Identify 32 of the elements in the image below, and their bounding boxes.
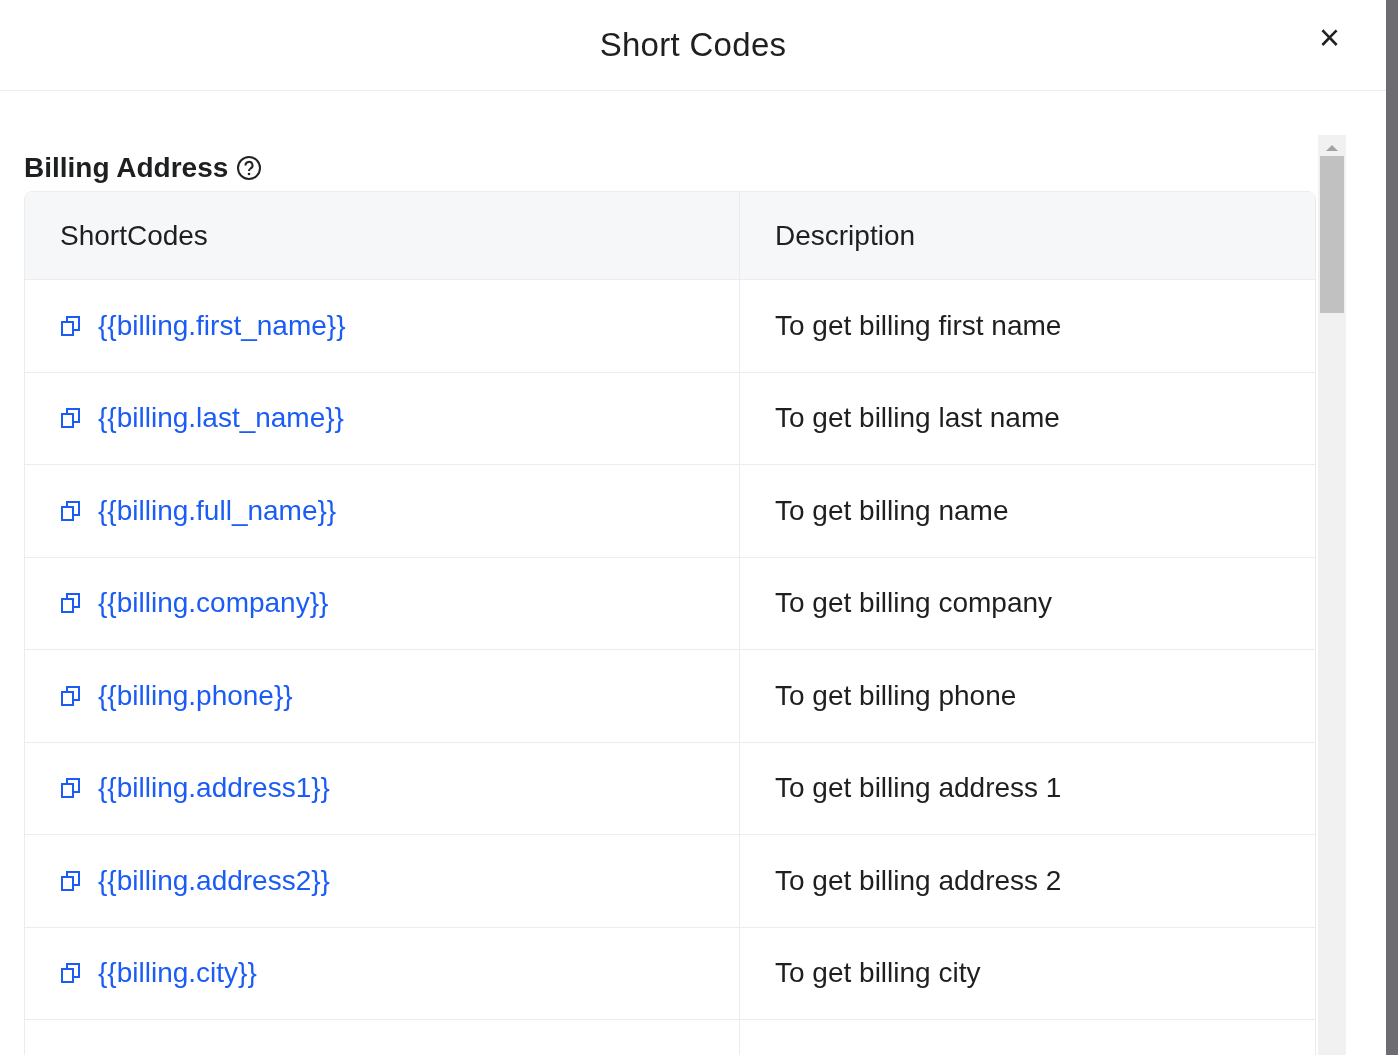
- description-text: To get billing company: [775, 586, 1053, 621]
- description-text: To get billing last name: [775, 401, 1060, 436]
- column-header: ShortCodes: [60, 218, 208, 253]
- help-icon[interactable]: [236, 155, 263, 181]
- description-text: To get billing name: [775, 493, 1009, 528]
- description-text: To get billing address 2: [775, 863, 1062, 898]
- copy-icon[interactable]: [60, 869, 82, 892]
- copy-icon[interactable]: [60, 407, 82, 430]
- section-title: Billing Address: [24, 151, 229, 185]
- shortcode-link[interactable]: {{billing.phone}}: [98, 674, 293, 717]
- copy-icon[interactable]: [60, 592, 82, 615]
- scrollbar-track[interactable]: [1318, 135, 1346, 1055]
- description-text: To get billing first name: [775, 308, 1062, 343]
- scrollbar-thumb[interactable]: [1320, 156, 1344, 313]
- copy-icon[interactable]: [60, 314, 82, 337]
- column-header: Description: [775, 218, 916, 253]
- description-text: To get billing phone: [775, 678, 1017, 713]
- shortcode-link[interactable]: {{billing.last_name}}: [98, 397, 344, 440]
- shortcode-link[interactable]: {{billing.full_name}}: [98, 489, 337, 532]
- shortcode-link[interactable]: {{billing.address1}}: [98, 767, 330, 810]
- shortcode-link[interactable]: {{billing.city}}: [98, 952, 257, 995]
- copy-icon[interactable]: [60, 777, 82, 800]
- description-text: To get billing city: [775, 956, 981, 991]
- close-button[interactable]: ×: [1312, 18, 1346, 58]
- dialog-title: Short Codes: [599, 25, 787, 66]
- copy-icon[interactable]: [60, 684, 82, 707]
- shortcode-link[interactable]: {{billing.first_name}}: [98, 304, 346, 347]
- shortcode-link[interactable]: {{billing.address2}}: [98, 859, 330, 902]
- description-text: To get billing address 1: [775, 771, 1062, 806]
- shortcode-link[interactable]: {{billing.company}}: [98, 582, 329, 625]
- copy-icon[interactable]: [60, 499, 82, 522]
- copy-icon[interactable]: [60, 962, 82, 985]
